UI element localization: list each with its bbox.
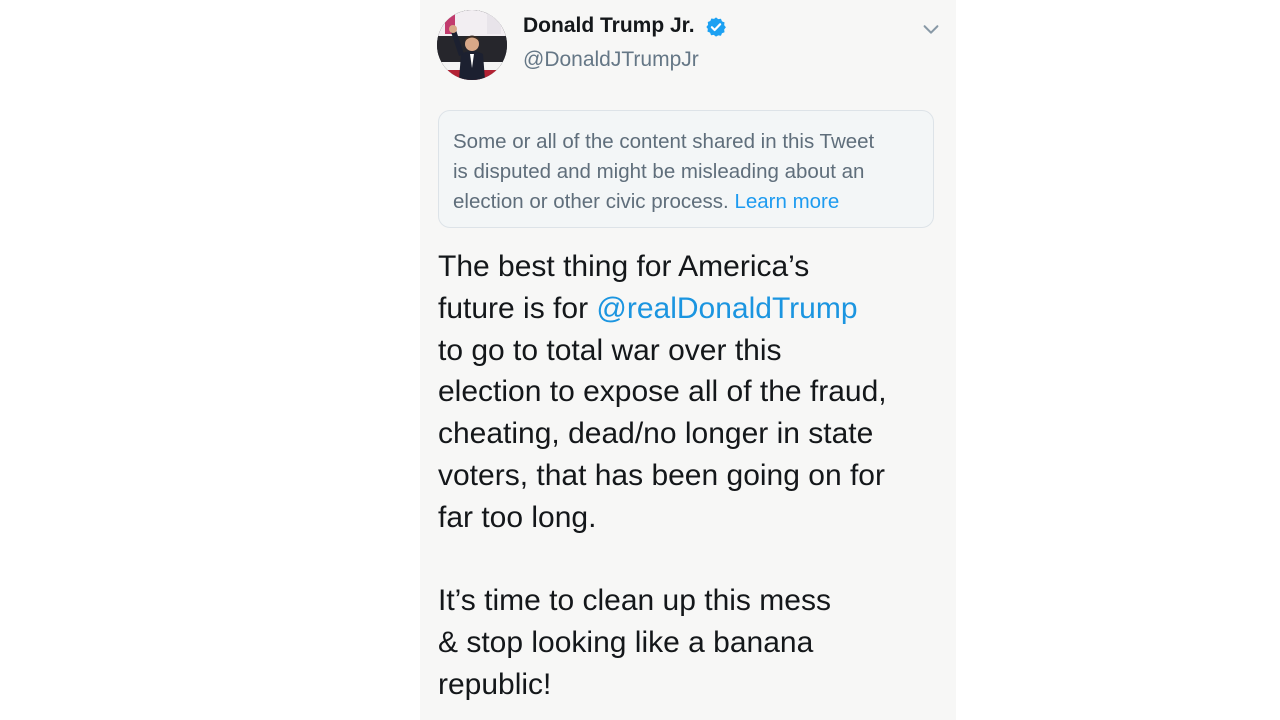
learn-more-link[interactable]: Learn more bbox=[734, 190, 839, 213]
notice-line: is disputed and might be misleading abou… bbox=[453, 160, 865, 183]
tweet-line: & stop looking like a banana bbox=[438, 626, 814, 660]
avatar-photo bbox=[437, 10, 507, 80]
tweet-line: cheating, dead/no longer in state bbox=[438, 417, 874, 451]
mention-link[interactable]: @realDonaldTrump bbox=[596, 292, 857, 325]
tweet-text-segment: future is for bbox=[438, 291, 597, 325]
verified-badge-icon bbox=[706, 17, 726, 37]
tweet-paragraph-2: It’s time to clean up this mess & stop l… bbox=[438, 580, 948, 705]
chevron-down-icon[interactable] bbox=[920, 18, 942, 40]
tweet-paragraph-1: The best thing for America’s future is f… bbox=[438, 246, 948, 539]
notice-line: Some or all of the content shared in thi… bbox=[453, 130, 875, 153]
tweet-line: far too long. bbox=[438, 500, 597, 534]
tweet-text: The best thing for America’s future is f… bbox=[438, 246, 948, 706]
misleading-content-notice: Some or all of the content shared in thi… bbox=[438, 110, 934, 228]
tweet-line: future is for @realDonaldTrump bbox=[438, 288, 948, 330]
screen: Donald Trump Jr. @DonaldJTrumpJr Some or… bbox=[0, 0, 1280, 720]
tweet-line: election to expose all of the fraud, bbox=[438, 375, 887, 409]
avatar[interactable] bbox=[437, 10, 507, 80]
tweet-line: The best thing for America’s bbox=[438, 250, 810, 283]
author-handle[interactable]: @DonaldJTrumpJr bbox=[523, 48, 699, 72]
author-name[interactable]: Donald Trump Jr. bbox=[523, 14, 695, 38]
tweet-line: to go to total war over this bbox=[438, 333, 782, 367]
notice-text: election or other civic process. bbox=[453, 190, 729, 213]
tweet-line: republic! bbox=[438, 667, 552, 701]
tweet-card: Donald Trump Jr. @DonaldJTrumpJr Some or… bbox=[420, 0, 956, 720]
tweet-line: It’s time to clean up this mess bbox=[438, 584, 831, 618]
tweet-line: voters, that has been going on for bbox=[438, 458, 885, 492]
notice-line-last: election or other civic process. Learn m… bbox=[453, 187, 919, 217]
